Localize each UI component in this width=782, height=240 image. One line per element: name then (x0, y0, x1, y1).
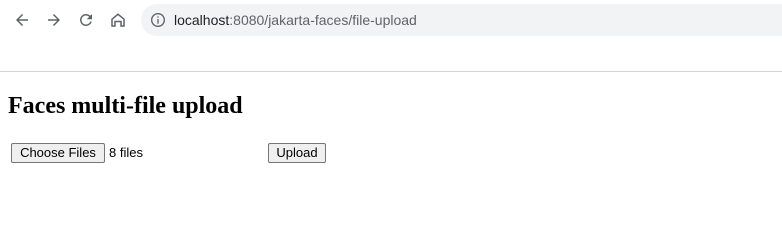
address-bar[interactable]: localhost:8080/jakarta-faces/file-upload (141, 4, 782, 36)
browser-toolbar: localhost:8080/jakarta-faces/file-upload (0, 0, 782, 72)
reload-icon (79, 13, 92, 26)
arrow-right-icon (48, 14, 60, 26)
home-button[interactable] (105, 7, 131, 33)
url-path: :8080/jakarta-faces/file-upload (229, 12, 417, 28)
url-host: localhost (174, 12, 230, 28)
upload-button[interactable]: Upload (268, 143, 326, 163)
back-button[interactable] (9, 7, 35, 33)
choose-files-button[interactable]: Choose Files (11, 143, 105, 163)
forward-button[interactable] (41, 7, 67, 33)
home-icon (111, 13, 125, 27)
selected-files-status: 8 files (109, 145, 143, 160)
reload-button[interactable] (73, 7, 99, 33)
info-icon[interactable] (150, 12, 166, 28)
url-text: localhost:8080/jakarta-faces/file-upload (174, 12, 417, 28)
page-title: Faces multi-file upload (8, 93, 243, 119)
arrow-left-icon (16, 14, 28, 26)
